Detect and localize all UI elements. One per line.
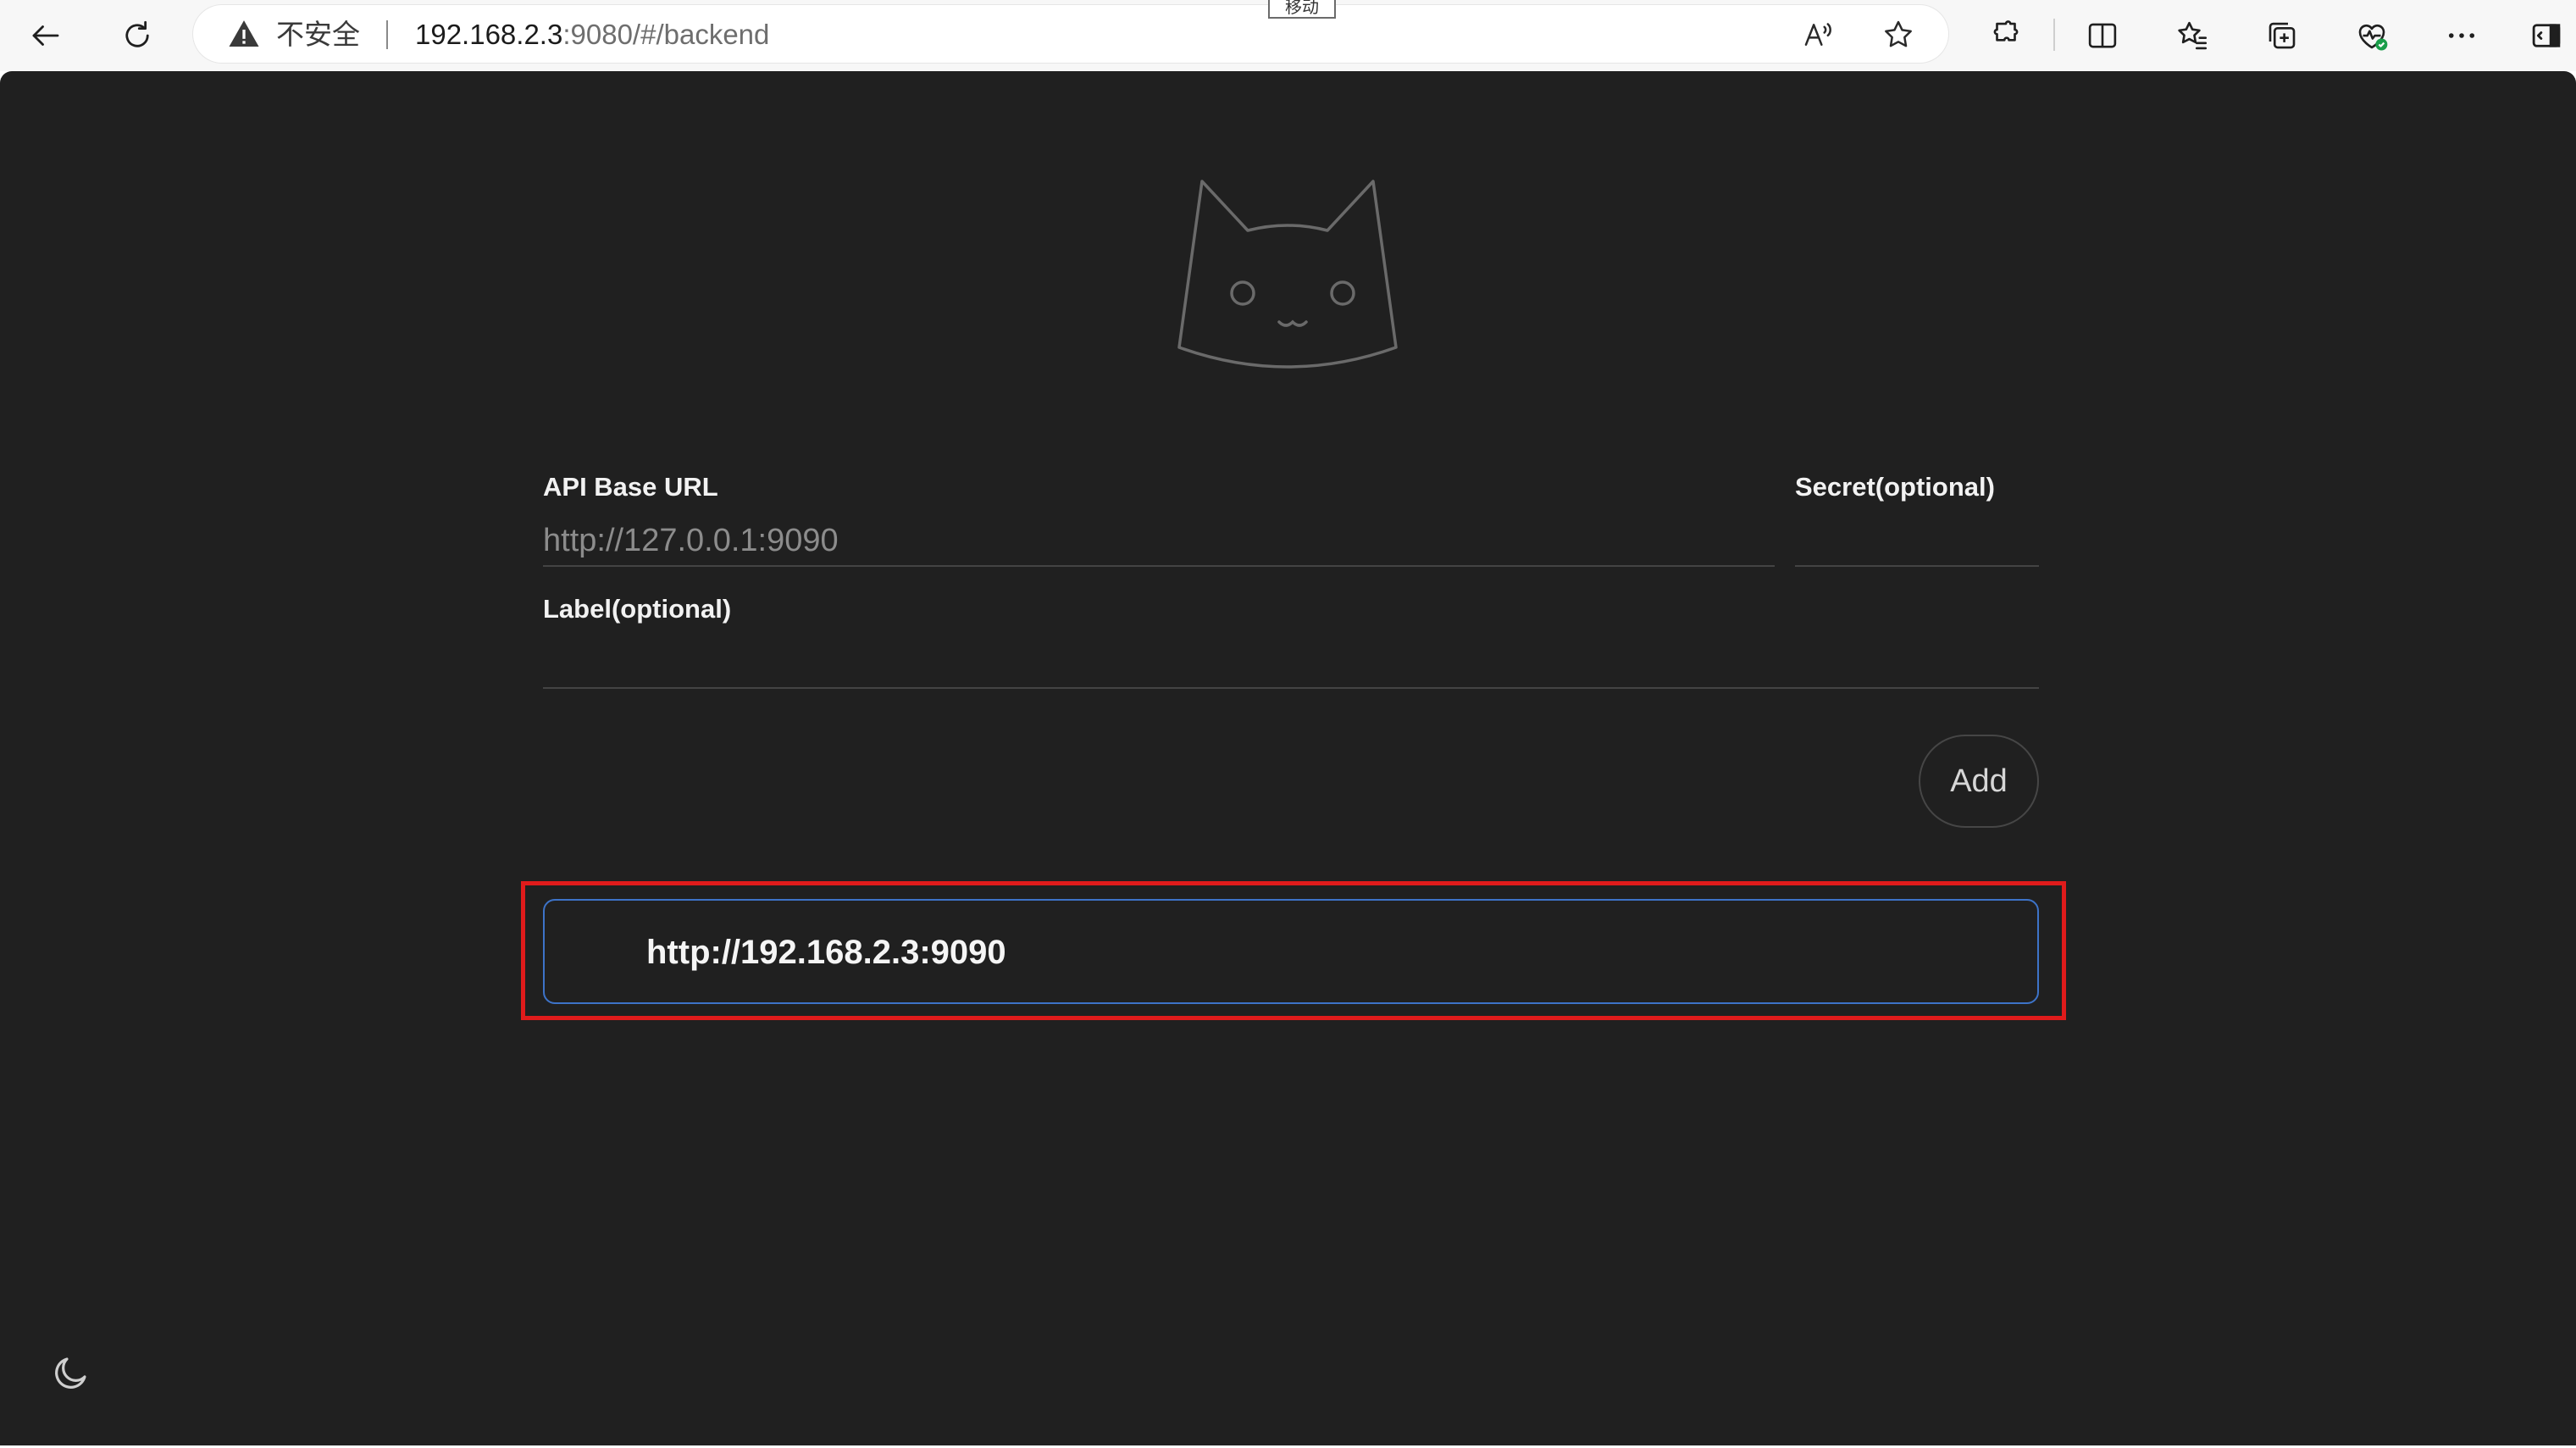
api-base-url-label: API Base URL	[543, 472, 718, 502]
more-icon[interactable]	[2436, 10, 2487, 61]
backend-page: API Base URL Secret(optional) Label(opti…	[0, 71, 2576, 1448]
toolbar-divider	[2053, 19, 2055, 51]
api-base-url-input[interactable]	[543, 516, 1775, 567]
refresh-icon[interactable]	[112, 10, 163, 61]
secret-input[interactable]	[1795, 516, 2039, 567]
read-aloud-icon[interactable]	[1799, 15, 1838, 54]
backend-list-item[interactable]: http://192.168.2.3:9090	[543, 899, 2039, 1004]
tooltip: 移动	[1268, 0, 1336, 19]
cat-logo-icon	[1177, 180, 1398, 369]
url-host: 192.168.2.3	[415, 19, 563, 50]
address-bar[interactable]: 不安全 192.168.2.3:9080/#/backend	[193, 5, 1948, 63]
url-path: :9080/#/backend	[562, 19, 770, 50]
browser-essentials-icon[interactable]	[2346, 10, 2397, 61]
favorite-star-icon[interactable]	[1879, 15, 1918, 54]
browser-toolbar: 不安全 192.168.2.3:9080/#/backend 移动	[0, 0, 2576, 71]
extensions-icon[interactable]	[1980, 10, 2031, 61]
favorites-icon[interactable]	[2167, 10, 2218, 61]
secret-label: Secret(optional)	[1795, 472, 1995, 502]
address-separator	[386, 20, 388, 49]
warning-icon[interactable]	[227, 17, 261, 51]
security-status[interactable]: 不安全	[276, 19, 360, 51]
label-label: Label(optional)	[543, 594, 732, 624]
moon-icon[interactable]	[51, 1352, 91, 1393]
url-text[interactable]: 192.168.2.3:9080/#/backend	[415, 19, 769, 51]
sidebar-icon[interactable]	[2521, 10, 2572, 61]
split-screen-icon[interactable]	[2077, 10, 2128, 61]
collections-icon[interactable]	[2257, 10, 2307, 61]
backend-url: http://192.168.2.3:9090	[646, 934, 1006, 971]
back-icon[interactable]	[20, 10, 71, 61]
label-input[interactable]	[543, 638, 2039, 689]
add-button[interactable]: Add	[1919, 735, 2039, 828]
